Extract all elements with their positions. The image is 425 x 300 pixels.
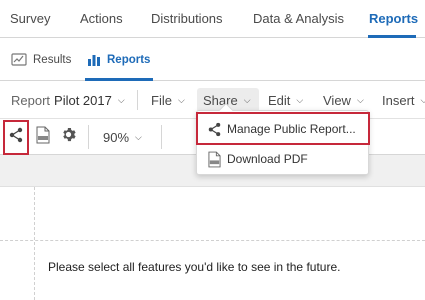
tab-reports[interactable]: Reports [369, 0, 418, 38]
question-text: Please select all features you'd like to… [48, 260, 341, 274]
chevron-down-icon: ⌵ [420, 94, 425, 105]
view-menu-label: View [323, 92, 351, 108]
report-name: Pilot 2017 [54, 92, 112, 108]
zoom-value: 90% [103, 129, 130, 145]
file-menu[interactable]: File ⌵ [151, 81, 185, 119]
pdf-icon [205, 151, 223, 168]
chevron-down-icon: ⌵ [117, 94, 125, 105]
chevron-down-icon: ⌵ [356, 94, 364, 105]
chevron-down-icon: ⌵ [135, 131, 142, 142]
subtab-reports-label: Reports [107, 53, 151, 66]
chevron-down-icon: ⌵ [296, 94, 304, 105]
chevron-down-icon: ⌵ [243, 94, 251, 105]
manage-public-report-highlight [196, 112, 370, 145]
pdf-icon [36, 126, 50, 149]
file-menu-label: File [151, 92, 172, 108]
insert-menu-label: Insert [382, 92, 415, 108]
zoom-select[interactable]: 90% ⌵ [103, 119, 142, 155]
report-canvas [0, 187, 425, 300]
share-button-highlight [3, 120, 29, 155]
report-selector[interactable]: Report Pilot 2017 ⌵ [11, 81, 125, 119]
pdf-button[interactable] [33, 119, 53, 155]
results-icon [11, 53, 27, 66]
edit-menu-label: Edit [268, 92, 291, 108]
report-selector-label: Report [11, 92, 51, 108]
page-margin-guide [34, 187, 35, 300]
share-menu-label: Share [203, 92, 238, 108]
download-pdf-item[interactable]: Download PDF [197, 144, 370, 174]
gear-icon [61, 127, 76, 147]
insert-menu[interactable]: Insert ⌵ [382, 81, 425, 119]
tab-data-analysis[interactable]: Data & Analysis [253, 0, 344, 38]
tab-survey[interactable]: Survey [10, 0, 50, 38]
settings-button[interactable] [58, 119, 78, 155]
download-pdf-label: Download PDF [227, 152, 308, 166]
subtab-reports[interactable]: Reports [87, 38, 150, 81]
divider [137, 90, 138, 110]
sub-nav: Results Reports [0, 38, 425, 81]
subtab-results[interactable]: Results [11, 38, 71, 81]
divider [161, 125, 162, 149]
page-margin-guide [0, 240, 425, 241]
bar-chart-icon [87, 53, 101, 66]
tab-distributions[interactable]: Distributions [151, 0, 223, 38]
divider [88, 125, 89, 149]
top-nav: Survey Actions Distributions Data & Anal… [0, 0, 425, 38]
tab-actions[interactable]: Actions [80, 0, 123, 38]
subtab-results-label: Results [33, 53, 72, 66]
chevron-down-icon: ⌵ [177, 94, 185, 105]
